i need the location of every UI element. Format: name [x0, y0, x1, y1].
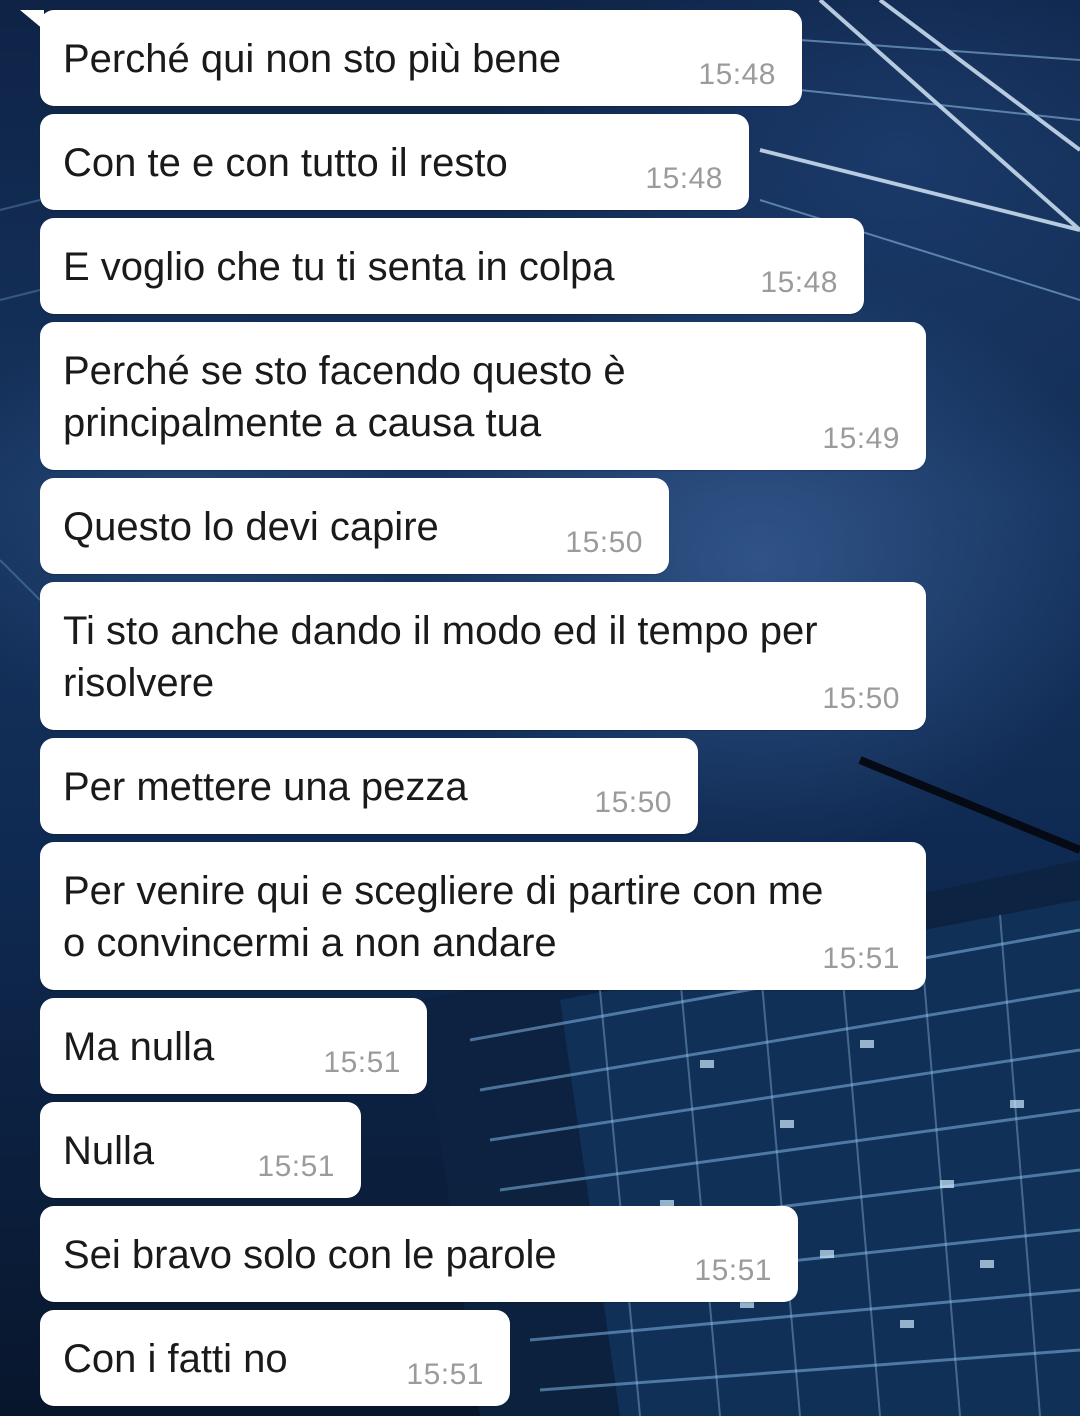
message-timestamp: 15:48 [760, 266, 838, 299]
message-text: Questo lo devi capire [63, 505, 439, 549]
message-text: Perché se sto facendo questo è principal… [63, 349, 626, 445]
message-bubble[interactable]: Perché se sto facendo questo è principal… [40, 322, 926, 470]
message-bubble[interactable]: Per mettere una pezza 15:50 [40, 738, 698, 834]
message-bubble[interactable]: Con i fatti no 15:51 [40, 1310, 510, 1406]
message-timestamp: 15:49 [822, 422, 900, 455]
message-text: Nulla [63, 1129, 155, 1173]
message-text: Perché qui non sto più bene [63, 37, 562, 81]
message-timestamp: 15:51 [822, 942, 900, 975]
message-timestamp: 15:48 [645, 162, 723, 195]
message-bubble[interactable]: Perché qui non sto più bene 15:48 [20, 10, 802, 106]
message-bubble[interactable]: E voglio che tu ti senta in colpa 15:48 [40, 218, 864, 314]
message-timestamp: 15:50 [822, 682, 900, 715]
message-timestamp: 15:50 [594, 786, 672, 819]
message-text: Con te e con tutto il resto [63, 141, 508, 185]
message-text: Sei bravo solo con le parole [63, 1233, 557, 1277]
message-bubble[interactable]: Sei bravo solo con le parole 15:51 [40, 1206, 798, 1302]
message-text: Ti sto anche dando il modo ed il tempo p… [63, 609, 818, 705]
message-text: Per venire qui e scegliere di partire co… [63, 869, 824, 965]
message-bubble[interactable]: Ma nulla 15:51 [40, 998, 427, 1094]
message-text: Ma nulla [63, 1025, 215, 1069]
message-timestamp: 15:51 [323, 1046, 401, 1079]
message-timestamp: 15:48 [698, 58, 776, 91]
message-bubble[interactable]: Questo lo devi capire 15:50 [40, 478, 669, 574]
message-text: Per mettere una pezza [63, 765, 468, 809]
message-bubble[interactable]: Con te e con tutto il resto 15:48 [40, 114, 749, 210]
message-timestamp: 15:50 [565, 526, 643, 559]
message-timestamp: 15:51 [257, 1150, 335, 1183]
message-text: Con i fatti no [63, 1337, 288, 1381]
message-bubble[interactable]: Nulla 15:51 [40, 1102, 361, 1198]
message-timestamp: 15:51 [694, 1254, 772, 1287]
chat-message-list: Perché qui non sto più bene 15:48 Con te… [0, 0, 1080, 1416]
message-bubble[interactable]: Per venire qui e scegliere di partire co… [40, 842, 926, 990]
message-timestamp: 15:51 [406, 1358, 484, 1391]
message-text: E voglio che tu ti senta in colpa [63, 245, 615, 289]
message-bubble[interactable]: Ti sto anche dando il modo ed il tempo p… [40, 582, 926, 730]
